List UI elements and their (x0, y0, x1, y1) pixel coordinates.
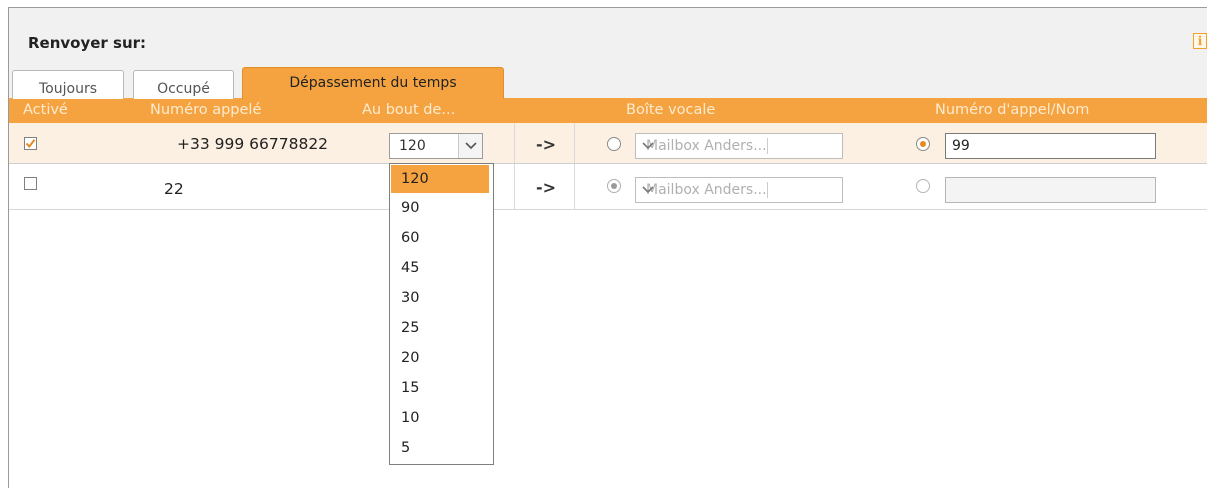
checkmark-icon (25, 139, 36, 149)
dropdown-option[interactable]: 60 (390, 223, 493, 253)
column-header-after: Au bout de... (362, 102, 456, 118)
after-select-value: 120 (399, 138, 426, 154)
active-checkbox[interactable] (24, 137, 37, 150)
column-header-voicemail: Boîte vocale (626, 102, 716, 118)
mailbox-select-value: Mailbox Anders... (646, 138, 767, 154)
after-select[interactable]: 120 (389, 133, 483, 159)
call-forwarding-panel: Renvoyer sur: i Toujours Occupé Dépassem… (8, 7, 1207, 488)
table-row: 22 -> Mailbox Anders... (9, 164, 1207, 210)
dropdown-option[interactable]: 20 (390, 343, 493, 373)
active-checkbox[interactable] (24, 177, 37, 190)
info-icon[interactable]: i (1193, 33, 1207, 49)
dropdown-option[interactable]: 10 (390, 403, 493, 433)
radio-dot (920, 141, 926, 147)
right-arrow-icon: -> (536, 178, 557, 197)
column-divider (574, 164, 575, 209)
dropdown-option[interactable]: 25 (390, 313, 493, 343)
tab-toujours[interactable]: Toujours (12, 70, 124, 99)
call-number-radio[interactable] (916, 137, 930, 151)
table-row: +33 999 66778822 120 -> Mailbox Anders..… (9, 123, 1207, 164)
column-divider (514, 123, 515, 163)
chevron-down-icon[interactable] (458, 134, 482, 158)
mailbox-select[interactable]: Mailbox Anders... (635, 133, 843, 159)
after-dropdown-list[interactable]: 120 90 60 45 30 25 20 15 10 5 (389, 163, 494, 465)
chevron-down-icon[interactable] (642, 138, 768, 154)
column-divider (574, 123, 575, 163)
voicemail-radio[interactable] (607, 137, 621, 151)
chevron-down-icon[interactable] (642, 182, 768, 198)
title-bar: Renvoyer sur: i Toujours Occupé Dépassem… (9, 8, 1207, 100)
call-number-field[interactable] (945, 177, 1156, 203)
panel-title: Renvoyer sur: (28, 34, 147, 52)
called-number: 22 (164, 180, 184, 198)
mailbox-select[interactable]: Mailbox Anders... (635, 177, 843, 203)
right-arrow-icon: -> (536, 135, 557, 154)
dropdown-option[interactable]: 5 (390, 433, 493, 463)
column-header-call-number: Numéro d'appel/Nom (935, 102, 1090, 118)
dropdown-option[interactable]: 15 (390, 373, 493, 403)
call-number-radio[interactable] (916, 179, 930, 193)
dropdown-option[interactable]: 120 (391, 165, 489, 193)
dropdown-option[interactable]: 30 (390, 283, 493, 313)
called-number: +33 999 66778822 (177, 135, 329, 153)
tab-occupe[interactable]: Occupé (133, 70, 234, 99)
mailbox-select-value: Mailbox Anders... (646, 182, 767, 198)
call-number-field[interactable]: 99 (945, 133, 1156, 159)
column-header-row: Activé Numéro appelé Au bout de... Boîte… (9, 99, 1207, 123)
column-divider (514, 164, 515, 209)
dropdown-option[interactable]: 90 (390, 193, 493, 223)
dropdown-option[interactable]: 45 (390, 253, 493, 283)
radio-dot (611, 183, 617, 189)
column-header-called-number: Numéro appelé (150, 102, 262, 118)
voicemail-radio[interactable] (607, 179, 621, 193)
tab-depassement-du-temps[interactable]: Dépassement du temps (242, 67, 504, 100)
column-header-active: Activé (23, 102, 68, 118)
